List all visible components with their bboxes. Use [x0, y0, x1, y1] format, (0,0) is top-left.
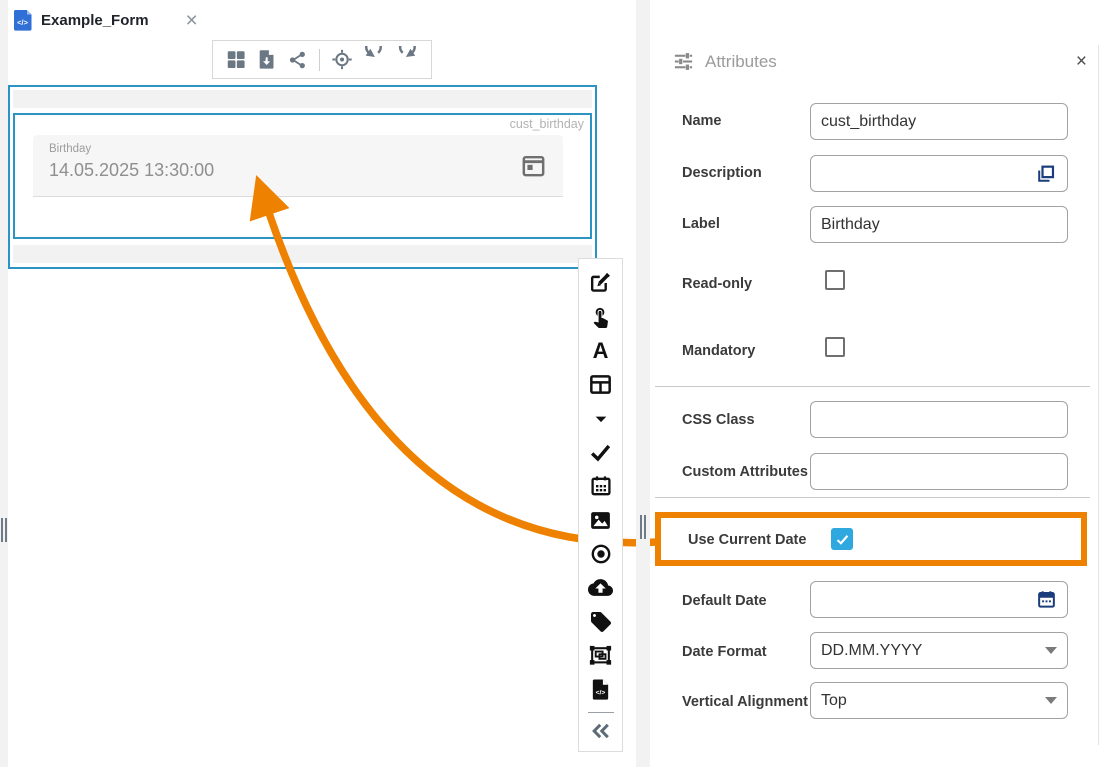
- date-field-value: 14.05.2025 13:30:00: [49, 160, 215, 180]
- label-label: Label: [682, 216, 720, 232]
- date-format-select[interactable]: DD.MM.YYYY: [810, 632, 1068, 669]
- image-icon[interactable]: [588, 503, 613, 537]
- caret-down-icon[interactable]: [590, 402, 612, 436]
- tag-icon[interactable]: [589, 605, 613, 639]
- left-splitter[interactable]: [0, 0, 8, 767]
- check-icon[interactable]: [588, 435, 613, 469]
- custom-attributes-input[interactable]: [810, 453, 1068, 490]
- cloud-upload-icon[interactable]: [588, 571, 613, 605]
- panel-close-icon[interactable]: ×: [1076, 52, 1087, 71]
- name-label: Name: [682, 113, 722, 129]
- css-class-label: CSS Class: [682, 412, 755, 428]
- use-current-date-label: Use Current Date: [688, 532, 807, 548]
- vertical-alignment-select[interactable]: Top: [810, 682, 1068, 719]
- section-divider: [655, 497, 1090, 498]
- attributes-panel: Attributes × Name cust_birthday Descript…: [650, 0, 1105, 767]
- form-file-icon: </>: [14, 10, 32, 31]
- form-tab[interactable]: </> Example_Form ×: [14, 10, 198, 31]
- tab-title: Example_Form: [41, 12, 149, 29]
- selected-element-outline[interactable]: cust_birthday Birthday 14.05.2025 13:30:…: [13, 113, 592, 239]
- default-date-input[interactable]: [810, 581, 1068, 618]
- table-icon[interactable]: [588, 368, 613, 402]
- read-only-label: Read-only: [682, 276, 753, 292]
- label-input[interactable]: Birthday: [810, 206, 1068, 243]
- mandatory-label: Mandatory: [682, 343, 756, 359]
- code-file-icon[interactable]: </>: [589, 673, 612, 707]
- date-field-preview[interactable]: Birthday 14.05.2025 13:30:00: [33, 135, 563, 197]
- date-format-value: DD.MM.YYYY: [821, 641, 923, 659]
- dropdown-arrow-icon: [1045, 697, 1057, 704]
- svg-text:</>: </>: [596, 689, 606, 696]
- form-designer: </> Example_Form × cust_birthday Birthda…: [0, 0, 1105, 767]
- default-date-label: Default Date: [682, 593, 767, 609]
- name-input[interactable]: cust_birthday: [810, 103, 1068, 140]
- radio-icon[interactable]: [589, 537, 613, 571]
- focus-target-icon[interactable]: [331, 47, 353, 72]
- tab-close-icon[interactable]: ×: [186, 10, 198, 31]
- edit-icon[interactable]: [588, 266, 613, 300]
- share-icon[interactable]: [287, 48, 308, 72]
- svg-text:A: A: [593, 338, 609, 363]
- empty-row-bottom[interactable]: [13, 245, 592, 263]
- attributes-tune-icon: [674, 53, 693, 70]
- calendar-icon[interactable]: [520, 152, 547, 179]
- label-value: Birthday: [821, 215, 880, 233]
- section-divider: [655, 386, 1090, 387]
- checkmark-icon: [836, 534, 848, 545]
- dropdown-arrow-icon: [1045, 647, 1057, 654]
- use-current-date-checkbox[interactable]: [831, 528, 853, 550]
- object-group-icon[interactable]: [588, 639, 613, 673]
- export-file-icon[interactable]: [256, 47, 278, 72]
- date-field-label: Birthday: [49, 143, 92, 155]
- collapse-left-icon[interactable]: [589, 717, 613, 746]
- vertical-alignment-label: Vertical Alignment: [682, 694, 808, 710]
- calendar-icon[interactable]: [589, 469, 613, 503]
- mandatory-checkbox[interactable]: [825, 337, 845, 357]
- description-input[interactable]: [810, 155, 1068, 192]
- form-canvas[interactable]: cust_birthday Birthday 14.05.2025 13:30:…: [8, 85, 597, 269]
- date-format-label: Date Format: [682, 644, 767, 660]
- layout-grid-icon[interactable]: [225, 47, 247, 72]
- text-icon[interactable]: A: [588, 334, 613, 368]
- toolbar-divider: [587, 711, 614, 713]
- empty-row-top[interactable]: [13, 90, 592, 108]
- panel-scrollbar[interactable]: [1098, 45, 1099, 745]
- undo-icon[interactable]: [362, 46, 386, 73]
- copy-icon[interactable]: [1035, 163, 1057, 185]
- touch-icon[interactable]: [589, 300, 612, 334]
- use-current-date-highlight: Use Current Date: [655, 512, 1087, 566]
- left-splitter-grip-icon[interactable]: [0, 518, 8, 542]
- css-class-input[interactable]: [810, 401, 1068, 438]
- vertical-alignment-value: Top: [821, 691, 847, 709]
- svg-text:</>: </>: [17, 18, 28, 27]
- element-palette-toolbar: A </>: [578, 258, 623, 752]
- toolbar-separator: [319, 48, 321, 71]
- canvas-toolbar: [212, 40, 432, 79]
- name-value: cust_birthday: [821, 112, 917, 130]
- panel-header: Attributes ×: [672, 50, 1087, 73]
- panel-title: Attributes: [705, 51, 777, 71]
- panel-splitter[interactable]: [636, 0, 650, 767]
- redo-icon[interactable]: [395, 46, 419, 73]
- panel-splitter-grip-icon[interactable]: [639, 515, 647, 539]
- calendar-icon[interactable]: [1036, 589, 1057, 610]
- element-id-label: cust_birthday: [509, 117, 584, 131]
- description-label: Description: [682, 165, 762, 181]
- read-only-checkbox[interactable]: [825, 270, 845, 290]
- custom-attributes-label: Custom Attributes: [682, 464, 808, 480]
